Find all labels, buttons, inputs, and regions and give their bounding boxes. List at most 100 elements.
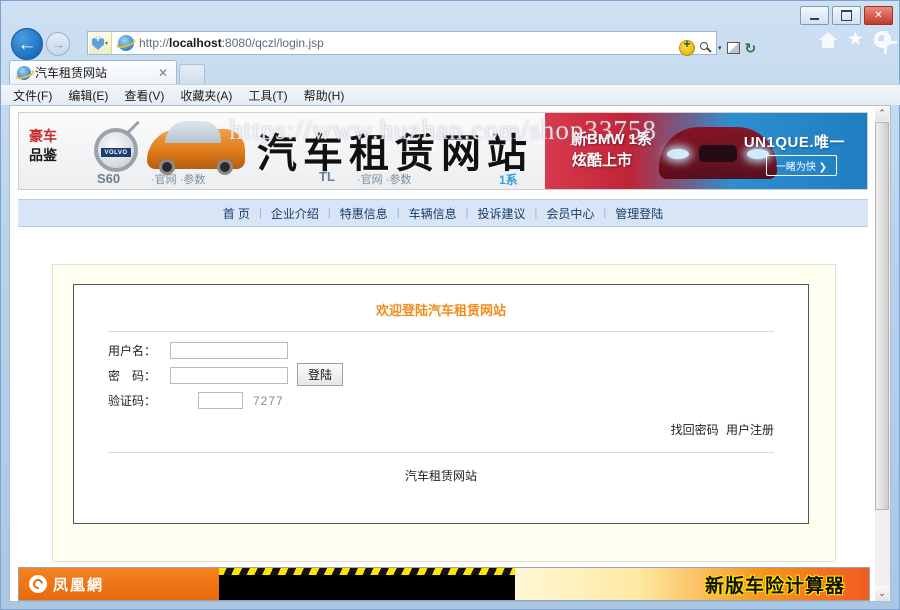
nav-item-home[interactable]: 首 页 — [214, 205, 259, 222]
login-submit-button[interactable]: 登陆 — [297, 363, 343, 386]
ad-brand-block[interactable]: 凤凰網 — [19, 568, 219, 600]
login-box: 欢迎登陆汽车租赁网站 用户名： 密 码： 验证码： — [73, 284, 809, 524]
ie-logo-icon — [118, 35, 134, 51]
username-label: 用户名： — [108, 342, 170, 359]
nav-item-admin-login[interactable]: 管理登陆 — [606, 205, 672, 222]
menu-item-view[interactable]: 查看(V) — [124, 87, 164, 104]
minimize-button[interactable] — [800, 6, 829, 25]
tab-car-rental-site[interactable]: 汽车租赁网站 ✕ — [9, 60, 177, 84]
search-chevron-down-icon[interactable]: ▾ — [718, 44, 722, 52]
login-outer-panel: 欢迎登陆汽车租赁网站 用户名： 密 码： 验证码： — [52, 264, 836, 562]
compatibility-view-button[interactable]: ▾ — [89, 32, 112, 54]
gear-icon[interactable] — [874, 31, 891, 48]
tab-title: 汽车租赁网站 — [35, 64, 155, 81]
menu-item-favorites[interactable]: 收藏夹(A) — [180, 87, 232, 104]
login-helper-links: 找回密码 用户注册 — [74, 421, 774, 438]
forgot-password-link[interactable]: 找回密码 — [671, 423, 719, 437]
add-ons-icon[interactable] — [679, 40, 695, 56]
browser-window: ✕ ← → ▾ http://localhost:8080/qczl/login… — [0, 0, 900, 610]
caution-stripe-icon — [219, 568, 515, 575]
phoenix-logo-icon — [29, 575, 47, 593]
ad-stripe-block — [219, 568, 515, 600]
forward-arrow-icon: → — [51, 37, 65, 51]
volvo-logo-icon: VOLVO — [94, 128, 138, 172]
url-scheme: http:// — [139, 36, 169, 50]
nav-item-complaints[interactable]: 投诉建议 — [469, 205, 535, 222]
back-button[interactable]: ← — [11, 28, 43, 60]
password-label: 密 码： — [108, 367, 170, 384]
new-tab-button[interactable] — [179, 64, 205, 84]
nav-item-vehicle-info[interactable]: 车辆信息 — [400, 205, 466, 222]
nav-item-member-center[interactable]: 会员中心 — [537, 205, 603, 222]
favorites-star-icon[interactable]: ★ — [847, 32, 864, 48]
address-bar[interactable]: ▾ http://localhost:8080/qczl/login.jsp ▾… — [87, 31, 717, 55]
window-controls: ✕ — [800, 6, 893, 25]
address-bar-tools: ▾ ↻ — [673, 37, 807, 59]
address-url: http://localhost:8080/qczl/login.jsp — [139, 36, 324, 50]
tab-strip: 汽车租赁网站 ✕ — [1, 60, 900, 84]
refresh-icon[interactable]: ↻ — [745, 40, 757, 57]
nav-item-promotions[interactable]: 特惠信息 — [331, 205, 397, 222]
register-link[interactable]: 用户注册 — [726, 423, 774, 437]
banner-volvo-links[interactable]: ·官网 ·参数 — [151, 171, 205, 187]
maximize-button[interactable] — [832, 6, 861, 25]
site-footer-text: 汽车租赁网站 — [74, 467, 808, 484]
scrollbar-thumb[interactable] — [875, 122, 889, 510]
page-viewport: 豪车 品鉴 VOLVO S60 ·官网 ·参数 汽车租赁网站 TL ·官网 ·参… — [9, 105, 877, 602]
captcha-code: 7277 — [253, 394, 284, 408]
menu-bar: 文件(F) 编辑(E) 查看(V) 收藏夹(A) 工具(T) 帮助(H) — [1, 84, 900, 105]
username-input[interactable] — [170, 342, 288, 359]
login-heading: 欢迎登陆汽车租赁网站 — [74, 300, 808, 319]
tab-favicon-icon — [17, 66, 31, 80]
top-advertisement-banner[interactable]: 豪车 品鉴 VOLVO S60 ·官网 ·参数 汽车租赁网站 TL ·官网 ·参… — [18, 112, 868, 190]
url-path: :8080/qczl/login.jsp — [222, 36, 324, 50]
captcha-row: 验证码： 7277 — [108, 392, 808, 409]
banner-unique-text: UN1QUE.唯一 — [744, 131, 845, 152]
banner-bmw-series: 1系 — [499, 171, 518, 188]
bmw-grille-icon — [699, 145, 737, 162]
banner-acura-model: TL — [319, 169, 335, 184]
navigation-toolbar: ← → ▾ http://localhost:8080/qczl/login.j… — [1, 27, 900, 60]
menu-item-file[interactable]: 文件(F) — [13, 87, 52, 104]
banner-acura-links[interactable]: ·官网 ·参数 — [357, 171, 411, 187]
home-icon[interactable] — [819, 32, 837, 48]
menu-item-edit[interactable]: 编辑(E) — [68, 87, 108, 104]
search-icon[interactable] — [700, 42, 713, 55]
banner-luxury-label: 豪车 品鉴 — [29, 127, 57, 165]
banner-luxury-line1: 豪车 — [29, 127, 57, 146]
broken-image-icon[interactable] — [727, 42, 740, 54]
ad-brand-name: 凤凰網 — [53, 574, 104, 595]
toolbar-right-buttons: ★ — [819, 31, 891, 48]
menu-item-tools[interactable]: 工具(T) — [248, 87, 287, 104]
banner-bmw-line1: 新BMW 1系 — [572, 129, 652, 150]
close-button[interactable]: ✕ — [864, 6, 893, 25]
ad-headline-block[interactable]: 新版车险计算器 — [515, 568, 869, 600]
web-page: 豪车 品鉴 VOLVO S60 ·官网 ·参数 汽车租赁网站 TL ·官网 ·参… — [10, 112, 876, 602]
divider-bottom — [108, 452, 774, 453]
menu-item-help[interactable]: 帮助(H) — [304, 87, 345, 104]
captcha-label: 验证码： — [108, 392, 170, 409]
forward-button[interactable]: → — [46, 32, 70, 56]
chevron-down-icon: ▾ — [105, 40, 108, 47]
vertical-scrollbar[interactable]: ⌃ ⌄ — [875, 105, 891, 602]
tab-close-icon[interactable]: ✕ — [155, 66, 171, 80]
orange-car-image — [147, 129, 245, 169]
banner-unique-button[interactable]: 一睹为快 ❯ — [766, 155, 837, 176]
bottom-advertisement-bar[interactable]: 凤凰網 新版车险计算器 — [18, 567, 870, 601]
divider-top — [108, 331, 774, 332]
site-navigation-bar: 首 页 | 企业介绍 | 特惠信息 | 车辆信息 | 投诉建议 | 会员中心 |… — [18, 199, 868, 227]
username-row: 用户名： — [108, 342, 808, 359]
banner-volvo-model: S60 — [97, 171, 120, 186]
url-host: localhost — [169, 36, 222, 50]
password-row: 密 码： — [108, 367, 808, 384]
login-form: 用户名： 密 码： 验证码： 7277 登陆 — [108, 342, 808, 409]
scroll-up-button[interactable]: ⌃ — [875, 106, 889, 121]
volvo-wordmark: VOLVO — [101, 148, 131, 157]
banner-bmw-line2: 炫酷上市 — [572, 150, 652, 171]
banner-luxury-line2: 品鉴 — [29, 146, 57, 165]
scroll-down-button[interactable]: ⌄ — [875, 586, 889, 601]
captcha-input[interactable] — [198, 392, 243, 409]
ad-headline: 新版车险计算器 — [705, 571, 845, 598]
nav-item-company-intro[interactable]: 企业介绍 — [262, 205, 328, 222]
password-input[interactable] — [170, 367, 288, 384]
